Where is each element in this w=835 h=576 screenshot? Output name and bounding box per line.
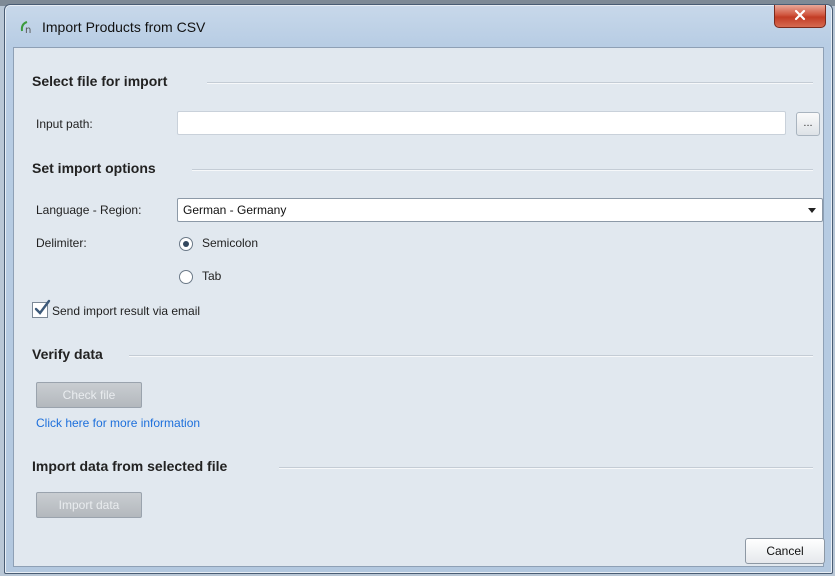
language-region-select[interactable]: German - Germany <box>177 198 823 222</box>
import-data-button[interactable]: Import data <box>36 492 142 518</box>
delimiter-tab-label: Tab <box>202 269 222 283</box>
dialog-content: Select file for import Input path: ... S… <box>13 47 825 567</box>
dialog-title: Import Products from CSV <box>42 19 206 35</box>
section-title-select-file: Select file for import <box>32 73 168 89</box>
app-logo-icon: n <box>19 19 35 36</box>
section-divider <box>207 82 813 84</box>
title-bar[interactable]: n Import Products from CSV <box>5 5 832 47</box>
close-icon <box>794 9 806 24</box>
language-region-value: German - Germany <box>183 203 287 217</box>
input-path-field[interactable] <box>177 111 786 135</box>
input-path-label: Input path: <box>36 117 93 131</box>
dropdown-arrow-icon <box>808 208 816 213</box>
delimiter-semicolon-radio[interactable] <box>179 237 193 251</box>
cancel-button[interactable]: Cancel <box>745 538 825 564</box>
import-dialog: n Import Products from CSV Select file f… <box>4 4 833 574</box>
send-email-label: Send import result via email <box>52 304 201 318</box>
section-divider <box>279 467 813 469</box>
section-title-verify: Verify data <box>32 346 103 362</box>
browse-button[interactable]: ... <box>796 112 820 136</box>
section-title-import-options: Set import options <box>32 160 156 176</box>
delimiter-tab-radio[interactable] <box>179 270 193 284</box>
delimiter-label: Delimiter: <box>36 236 87 250</box>
svg-text:n: n <box>25 25 31 35</box>
close-button[interactable] <box>774 5 826 28</box>
section-title-import-data: Import data from selected file <box>32 458 228 474</box>
section-divider <box>192 169 813 171</box>
more-information-link[interactable]: Click here for more information <box>36 416 200 430</box>
delimiter-semicolon-label: Semicolon <box>202 236 259 250</box>
send-email-checkbox[interactable] <box>32 299 51 318</box>
section-divider <box>129 355 813 357</box>
check-file-button[interactable]: Check file <box>36 382 142 408</box>
language-region-label: Language - Region: <box>36 203 142 217</box>
